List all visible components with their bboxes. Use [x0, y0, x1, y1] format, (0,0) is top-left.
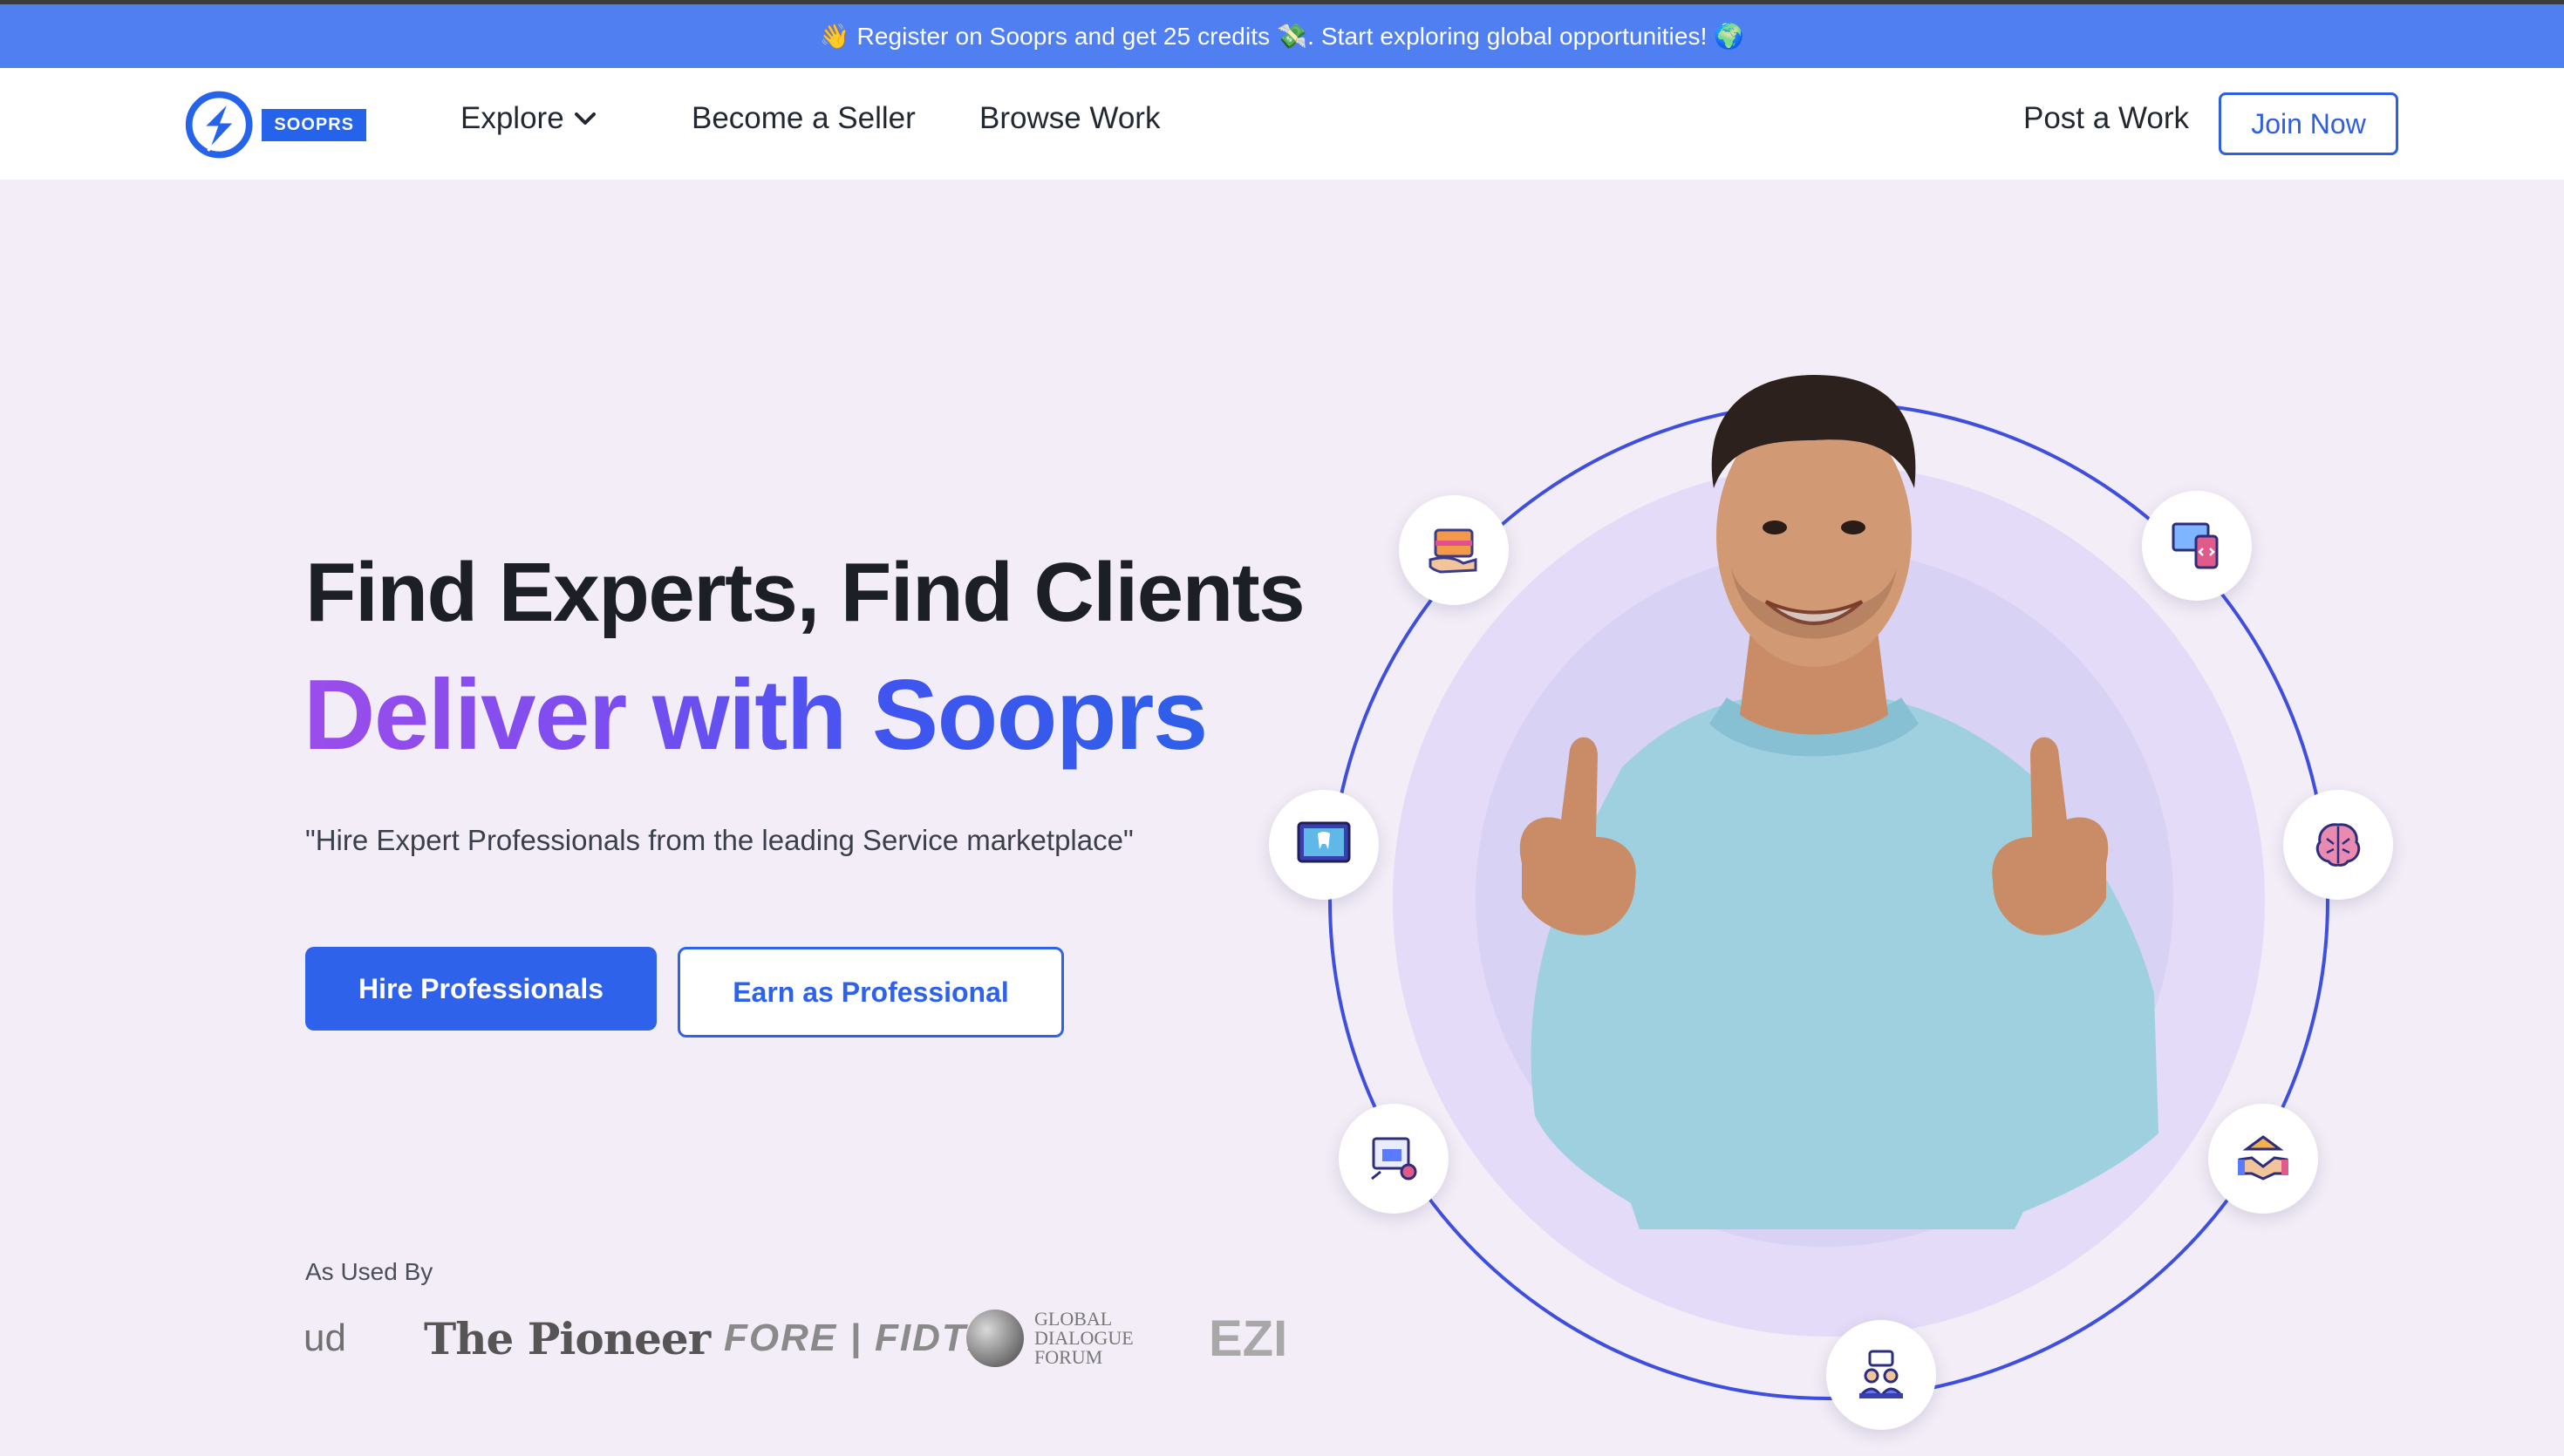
brand-gdf-text: GLOBAL DIALOGUE FORUM	[1034, 1310, 1134, 1367]
earn-as-professional-button[interactable]: Earn as Professional	[678, 947, 1064, 1038]
brand-ezi-text: EZI	[1209, 1310, 1288, 1367]
announcement-banner: 👋 Register on Sooprs and get 25 credits …	[0, 4, 2564, 68]
brand-pioneer-text: The Pioneer	[424, 1312, 711, 1364]
nav-browse-work[interactable]: Browse Work	[979, 101, 1160, 136]
as-used-by-label: As Used By	[305, 1258, 433, 1285]
brand-logo-global-dialogue-forum: GLOBAL DIALOGUE FORUM	[966, 1299, 1134, 1378]
nav-become-seller[interactable]: Become a Seller	[692, 101, 916, 136]
nav-post-work-label: Post a Work	[2023, 101, 2189, 135]
earn-as-professional-label: Earn as Professional	[733, 976, 1009, 1008]
brain-icon	[2283, 790, 2393, 900]
client-logo-strip: ud The Pioneer FORE | FIDTR GLOBAL DIALO…	[303, 1299, 1289, 1378]
code-devices-icon	[2142, 491, 2252, 601]
join-now-button[interactable]: Join Now	[2219, 92, 2398, 155]
nav-explore-label: Explore	[460, 101, 564, 135]
person-figure	[1519, 375, 2158, 1229]
hire-professionals-button[interactable]: Hire Professionals	[305, 947, 657, 1031]
dental-monitor-icon	[1269, 790, 1379, 900]
nav-become-seller-label: Become a Seller	[692, 101, 916, 135]
brand-logo-fore: FORE | FIDTR	[724, 1299, 997, 1378]
nav-explore[interactable]: Explore	[460, 101, 597, 136]
hero-gradient-title: Deliver with Sooprs	[303, 660, 1208, 771]
brand-name: SOOPRS	[262, 108, 366, 141]
brand-gdf-line1: GLOBAL	[1034, 1308, 1113, 1330]
sooprs-logo-icon	[185, 91, 253, 159]
hero-subtitle: "Hire Expert Professionals from the lead…	[305, 824, 1134, 856]
brand-logo-ezi: EZI	[1209, 1299, 1287, 1378]
join-now-label: Join Now	[2251, 107, 2366, 139]
hire-professionals-label: Hire Professionals	[358, 972, 603, 1004]
brand-logo-pioneer: The Pioneer	[424, 1299, 711, 1378]
nav-post-work[interactable]: Post a Work	[2023, 101, 2189, 136]
halo-inner	[1476, 549, 2173, 1247]
handshake-icon	[2208, 1104, 2318, 1214]
hero-title: Find Experts, Find Clients	[305, 546, 1306, 639]
halo-outer	[1393, 465, 2265, 1337]
navbar: SOOPRS Explore Become a Seller Browse Wo…	[0, 68, 2564, 180]
brand-ud-text: ud	[303, 1317, 346, 1359]
chevron-down-icon	[574, 112, 596, 125]
nav-browse-work-label: Browse Work	[979, 101, 1161, 135]
ad-design-icon	[1339, 1104, 1449, 1214]
brand-gdf-line2: DIALOGUE	[1034, 1327, 1134, 1349]
delivery-box-icon	[1399, 495, 1509, 605]
brand-logo[interactable]: SOOPRS	[183, 87, 366, 162]
brand-logo-ud: ud	[303, 1299, 346, 1378]
globe-icon	[966, 1310, 1024, 1367]
brand-fore-text: FORE | FIDTR	[724, 1317, 997, 1359]
team-meeting-icon	[1826, 1320, 1936, 1430]
announcement-text: 👋 Register on Sooprs and get 25 credits …	[819, 23, 1745, 50]
brand-gdf-line3: FORUM	[1034, 1346, 1103, 1368]
